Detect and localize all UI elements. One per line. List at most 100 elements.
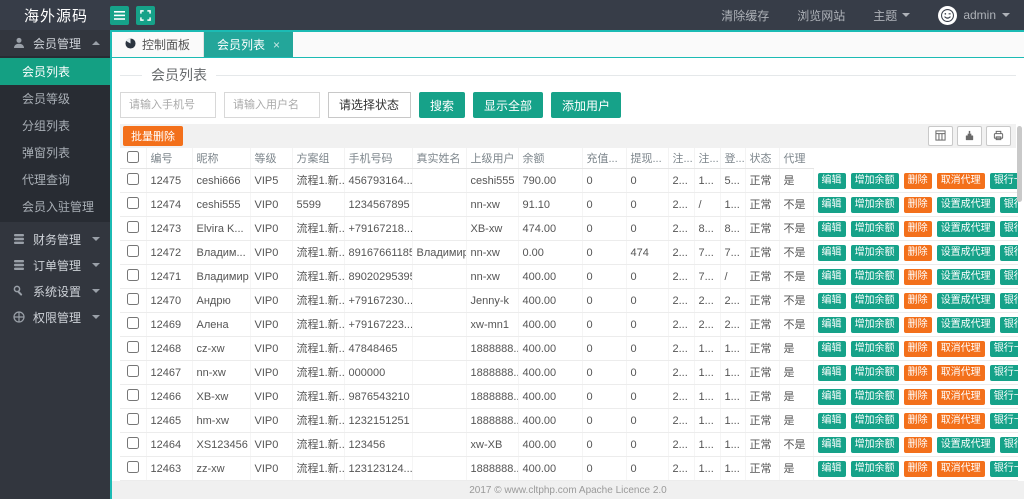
row-checkbox[interactable]	[127, 293, 139, 305]
sidebar-item-agent-query[interactable]: 代理查询	[0, 166, 110, 193]
add-user-button[interactable]: 添加用户	[551, 92, 621, 118]
row-checkbox[interactable]	[127, 365, 139, 377]
row-checkbox[interactable]	[127, 173, 139, 185]
batch-delete-button[interactable]: 批量删除	[123, 126, 183, 146]
agent-action-button[interactable]: 取消代理	[937, 173, 985, 189]
add-balance-button[interactable]: 增加余额	[851, 197, 899, 213]
delete-button[interactable]: 删除	[904, 245, 932, 261]
edit-button[interactable]: 编辑	[818, 293, 846, 309]
bank-card-button[interactable]: 银行卡	[1000, 317, 1018, 333]
sidebar-item-member-entry[interactable]: 会员入驻管理	[0, 193, 110, 220]
clear-cache-link[interactable]: 清除缓存	[721, 7, 769, 24]
phone-input[interactable]	[120, 92, 216, 118]
sidebar-group-member[interactable]: 会员管理	[0, 30, 110, 56]
bank-card-button[interactable]: 银行卡	[1000, 437, 1018, 453]
add-balance-button[interactable]: 增加余额	[851, 317, 899, 333]
export-button[interactable]	[957, 126, 982, 146]
edit-button[interactable]: 编辑	[818, 365, 846, 381]
add-balance-button[interactable]: 增加余额	[851, 221, 899, 237]
add-balance-button[interactable]: 增加余额	[851, 293, 899, 309]
tab-dashboard[interactable]: 控制面板	[112, 32, 204, 57]
theme-menu[interactable]: 主题	[873, 7, 910, 24]
sidebar-toggle-button[interactable]	[110, 6, 129, 25]
agent-action-button[interactable]: 设置成代理	[937, 269, 995, 285]
vertical-scrollbar[interactable]	[1017, 126, 1022, 202]
agent-action-button[interactable]: 设置成代理	[937, 221, 995, 237]
bank-card-button[interactable]: 银行卡	[1000, 245, 1018, 261]
browse-site-link[interactable]: 浏览网站	[797, 7, 845, 24]
add-balance-button[interactable]: 增加余额	[851, 437, 899, 453]
bank-card-button[interactable]: 银行卡	[1000, 293, 1018, 309]
add-balance-button[interactable]: 增加余额	[851, 365, 899, 381]
edit-button[interactable]: 编辑	[818, 269, 846, 285]
edit-button[interactable]: 编辑	[818, 197, 846, 213]
agent-action-button[interactable]: 取消代理	[937, 341, 985, 357]
add-balance-button[interactable]: 增加余额	[851, 173, 899, 189]
edit-button[interactable]: 编辑	[818, 389, 846, 405]
delete-button[interactable]: 删除	[904, 293, 932, 309]
delete-button[interactable]: 删除	[904, 437, 932, 453]
sidebar-group-orders[interactable]: 订单管理	[0, 252, 110, 278]
bank-card-button[interactable]: 银行卡	[990, 173, 1018, 189]
agent-action-button[interactable]: 设置成代理	[937, 317, 995, 333]
select-all-checkbox[interactable]	[127, 151, 139, 163]
toggle-columns-button[interactable]	[928, 126, 953, 146]
row-checkbox[interactable]	[127, 317, 139, 329]
search-button[interactable]: 搜索	[419, 92, 465, 118]
sidebar-item-member-list[interactable]: 会员列表	[0, 58, 110, 85]
delete-button[interactable]: 删除	[904, 389, 932, 405]
add-balance-button[interactable]: 增加余额	[851, 269, 899, 285]
sidebar-group-system[interactable]: 系统设置	[0, 278, 110, 304]
row-checkbox[interactable]	[127, 341, 139, 353]
edit-button[interactable]: 编辑	[818, 317, 846, 333]
bank-card-button[interactable]: 银行卡	[1000, 269, 1018, 285]
delete-button[interactable]: 删除	[904, 221, 932, 237]
edit-button[interactable]: 编辑	[818, 341, 846, 357]
agent-action-button[interactable]: 取消代理	[937, 389, 985, 405]
sidebar-item-group-list[interactable]: 分组列表	[0, 112, 110, 139]
edit-button[interactable]: 编辑	[818, 413, 846, 429]
bank-card-button[interactable]: 银行卡	[990, 341, 1018, 357]
edit-button[interactable]: 编辑	[818, 173, 846, 189]
user-menu[interactable]: admin	[938, 6, 1010, 25]
bank-card-button[interactable]: 银行卡	[990, 389, 1018, 405]
edit-button[interactable]: 编辑	[818, 437, 846, 453]
add-balance-button[interactable]: 增加余额	[851, 341, 899, 357]
delete-button[interactable]: 删除	[904, 341, 932, 357]
sidebar-item-member-level[interactable]: 会员等级	[0, 85, 110, 112]
bank-card-button[interactable]: 银行卡	[990, 461, 1018, 477]
delete-button[interactable]: 删除	[904, 461, 932, 477]
delete-button[interactable]: 删除	[904, 413, 932, 429]
add-balance-button[interactable]: 增加余额	[851, 245, 899, 261]
status-select[interactable]: 请选择状态	[328, 92, 411, 118]
delete-button[interactable]: 删除	[904, 317, 932, 333]
agent-action-button[interactable]: 设置成代理	[937, 437, 995, 453]
row-checkbox[interactable]	[127, 413, 139, 425]
agent-action-button[interactable]: 取消代理	[937, 413, 985, 429]
bank-card-button[interactable]: 银行卡	[990, 365, 1018, 381]
add-balance-button[interactable]: 增加余额	[851, 389, 899, 405]
add-balance-button[interactable]: 增加余额	[851, 413, 899, 429]
username-input[interactable]	[224, 92, 320, 118]
delete-button[interactable]: 删除	[904, 197, 932, 213]
fullscreen-button[interactable]	[136, 6, 155, 25]
tab-member-list[interactable]: 会员列表 ×	[204, 32, 293, 57]
bank-card-button[interactable]: 银行卡	[1000, 197, 1018, 213]
agent-action-button[interactable]: 设置成代理	[937, 197, 995, 213]
sidebar-group-finance[interactable]: 财务管理	[0, 226, 110, 252]
delete-button[interactable]: 删除	[904, 269, 932, 285]
row-checkbox[interactable]	[127, 221, 139, 233]
bank-card-button[interactable]: 银行卡	[990, 413, 1018, 429]
close-icon[interactable]: ×	[273, 38, 280, 52]
delete-button[interactable]: 删除	[904, 365, 932, 381]
sidebar-group-permission[interactable]: 权限管理	[0, 304, 110, 330]
bank-card-button[interactable]: 银行卡	[1000, 221, 1018, 237]
print-button[interactable]	[986, 126, 1011, 146]
row-checkbox[interactable]	[127, 197, 139, 209]
agent-action-button[interactable]: 设置成代理	[937, 245, 995, 261]
agent-action-button[interactable]: 设置成代理	[937, 293, 995, 309]
sidebar-item-popup-list[interactable]: 弹窗列表	[0, 139, 110, 166]
delete-button[interactable]: 删除	[904, 173, 932, 189]
row-checkbox[interactable]	[127, 389, 139, 401]
row-checkbox[interactable]	[127, 461, 139, 473]
